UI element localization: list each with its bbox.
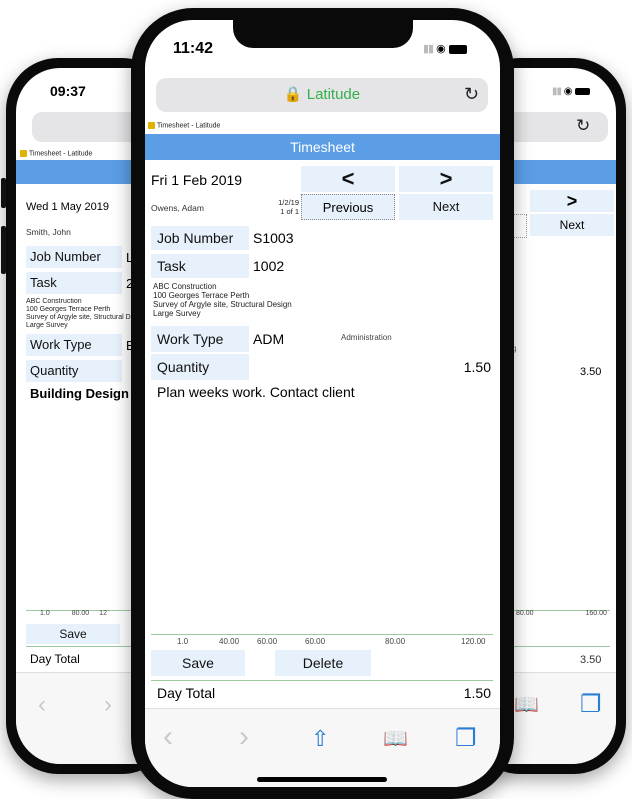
signal-icon: ▮▮ — [552, 86, 562, 97]
scale-label: 80.00 — [71, 610, 90, 617]
work-type-label: Work Type — [151, 326, 249, 352]
app-tab-label: Timesheet - Latitude — [28, 150, 93, 158]
date-label: Wed 1 May 2019 — [26, 201, 109, 213]
address-line: 100 Georges Terrace Perth — [153, 291, 250, 300]
scale-label: 60.00 — [305, 637, 326, 646]
scale-label: 40.00 — [219, 637, 240, 646]
scale-label: 1.0 — [177, 637, 189, 646]
delete-button[interactable]: Delete — [275, 650, 371, 676]
job-number-value: S1003 — [253, 230, 294, 246]
task-value: 1002 — [253, 258, 285, 274]
url-text-wrap: 🔒 Latitude — [156, 78, 488, 112]
app-logo-icon — [148, 122, 155, 129]
work-type-label: Work Type — [26, 334, 122, 356]
address-line: ABC Construction — [153, 282, 217, 291]
app-tab: Timesheet - Latitude — [148, 122, 220, 129]
previous-button[interactable]: Previous — [301, 194, 395, 220]
scale-label: 160.00 — [585, 610, 607, 617]
scale-label: 120.00 — [461, 637, 486, 646]
battery-icon — [575, 87, 591, 95]
next-arrow[interactable]: > — [399, 166, 493, 192]
next-button[interactable]: Next — [530, 214, 614, 236]
day-total-divider — [151, 680, 493, 681]
scale-bar — [151, 634, 493, 635]
quantity-label: Quantity — [26, 360, 122, 382]
date-label: Fri 1 Feb 2019 — [151, 172, 243, 188]
bookmarks-icon[interactable]: 📖 — [514, 693, 539, 717]
status-time: 11:42 — [173, 40, 214, 57]
wifi-icon: ◉ — [436, 43, 446, 55]
status-time: 09:37 — [50, 83, 86, 99]
day-total-value: 3.50 — [580, 654, 602, 666]
record-date: 1/2/19 — [278, 198, 299, 207]
quantity-value[interactable]: 1.50 — [445, 359, 491, 375]
reload-icon[interactable]: ↻ — [464, 84, 479, 105]
center-phone: 11:42 ▮▮ ◉ 🔒 Latitude ↻ Timesheet - Lati… — [131, 8, 514, 799]
forward-icon[interactable]: › — [239, 722, 249, 752]
scale-labels: 1.0 80.00 12 — [40, 610, 107, 617]
browser-toolbar: ‹ › ⇧ 📖 ❐ — [145, 708, 500, 787]
back-icon[interactable]: ‹ — [163, 722, 173, 752]
tabs-icon[interactable]: ❐ — [455, 727, 477, 751]
day-total-label: Day Total — [157, 685, 216, 701]
scale-label: 80.00 — [516, 610, 534, 617]
job-number-label: Job Number — [151, 226, 249, 250]
home-indicator — [257, 777, 387, 782]
center-screen: 11:42 ▮▮ ◉ 🔒 Latitude ↻ Timesheet - Lati… — [145, 20, 500, 787]
side-button — [1, 226, 6, 274]
reload-icon[interactable]: ↻ — [576, 116, 590, 136]
description-text: Building Design — [30, 386, 129, 401]
save-button[interactable]: Save — [151, 650, 245, 676]
quantity-label: Quantity — [151, 354, 249, 380]
status-icons: ▮▮ ◉ — [423, 42, 467, 55]
wifi-icon: ◉ — [563, 86, 573, 97]
notch — [233, 20, 413, 48]
task-label: Task — [26, 272, 122, 294]
job-number-label: Job Number — [26, 246, 122, 268]
address-line: Survey of Argyle site, Structural Design — [153, 300, 292, 309]
forward-icon[interactable]: › — [104, 693, 112, 717]
app-tab: Timesheet - Latitude — [20, 150, 92, 157]
task-label: Task — [151, 254, 249, 278]
quantity-value: 3.50 — [580, 366, 602, 378]
status-icons: ▮▮ ◉ — [552, 86, 591, 97]
url-bar[interactable]: 🔒 Latitude ↻ — [156, 78, 488, 112]
save-button[interactable]: Save — [26, 624, 120, 644]
employee-name: Smith, John — [26, 227, 71, 237]
address-line: Large Survey — [153, 309, 201, 318]
bookmarks-icon[interactable]: 📖 — [383, 727, 408, 751]
scale-label: 60.00 — [257, 637, 278, 646]
address-block: ABC Construction 100 Georges Terrace Per… — [153, 282, 292, 318]
work-type-value: ADM — [253, 331, 285, 347]
side-button — [1, 178, 6, 208]
scale-labels: 80.00 160.00 — [516, 610, 607, 617]
next-arrow[interactable]: > — [530, 190, 614, 212]
scale-label: 80.00 — [385, 637, 406, 646]
share-icon[interactable]: ⇧ — [311, 727, 329, 751]
url-text: Latitude — [306, 86, 361, 103]
employee-name: Owens, Adam — [151, 203, 204, 213]
battery-icon — [448, 44, 467, 54]
work-type-description: Administration — [341, 333, 392, 342]
description-text[interactable]: Plan weeks work. Contact client — [157, 384, 355, 400]
app-tab-label: Timesheet - Latitude — [156, 122, 221, 130]
record-info: 1/2/19 1 of 1 — [257, 198, 299, 216]
tabs-icon[interactable]: ❐ — [580, 693, 602, 717]
scale-label: 12 — [99, 610, 107, 617]
signal-icon: ▮▮ — [423, 43, 434, 55]
day-total-label: Day Total — [30, 652, 80, 666]
day-total-value: 1.50 — [463, 685, 491, 701]
app-logo-icon — [20, 150, 27, 157]
back-icon[interactable]: ‹ — [38, 693, 46, 717]
timesheet-header: Timesheet — [145, 134, 500, 160]
scale-label: 1.0 — [40, 610, 50, 617]
previous-arrow[interactable]: < — [301, 166, 395, 192]
lock-icon: 🔒 — [283, 86, 303, 103]
next-button[interactable]: Next — [399, 194, 493, 220]
record-position: 1 of 1 — [280, 207, 299, 216]
